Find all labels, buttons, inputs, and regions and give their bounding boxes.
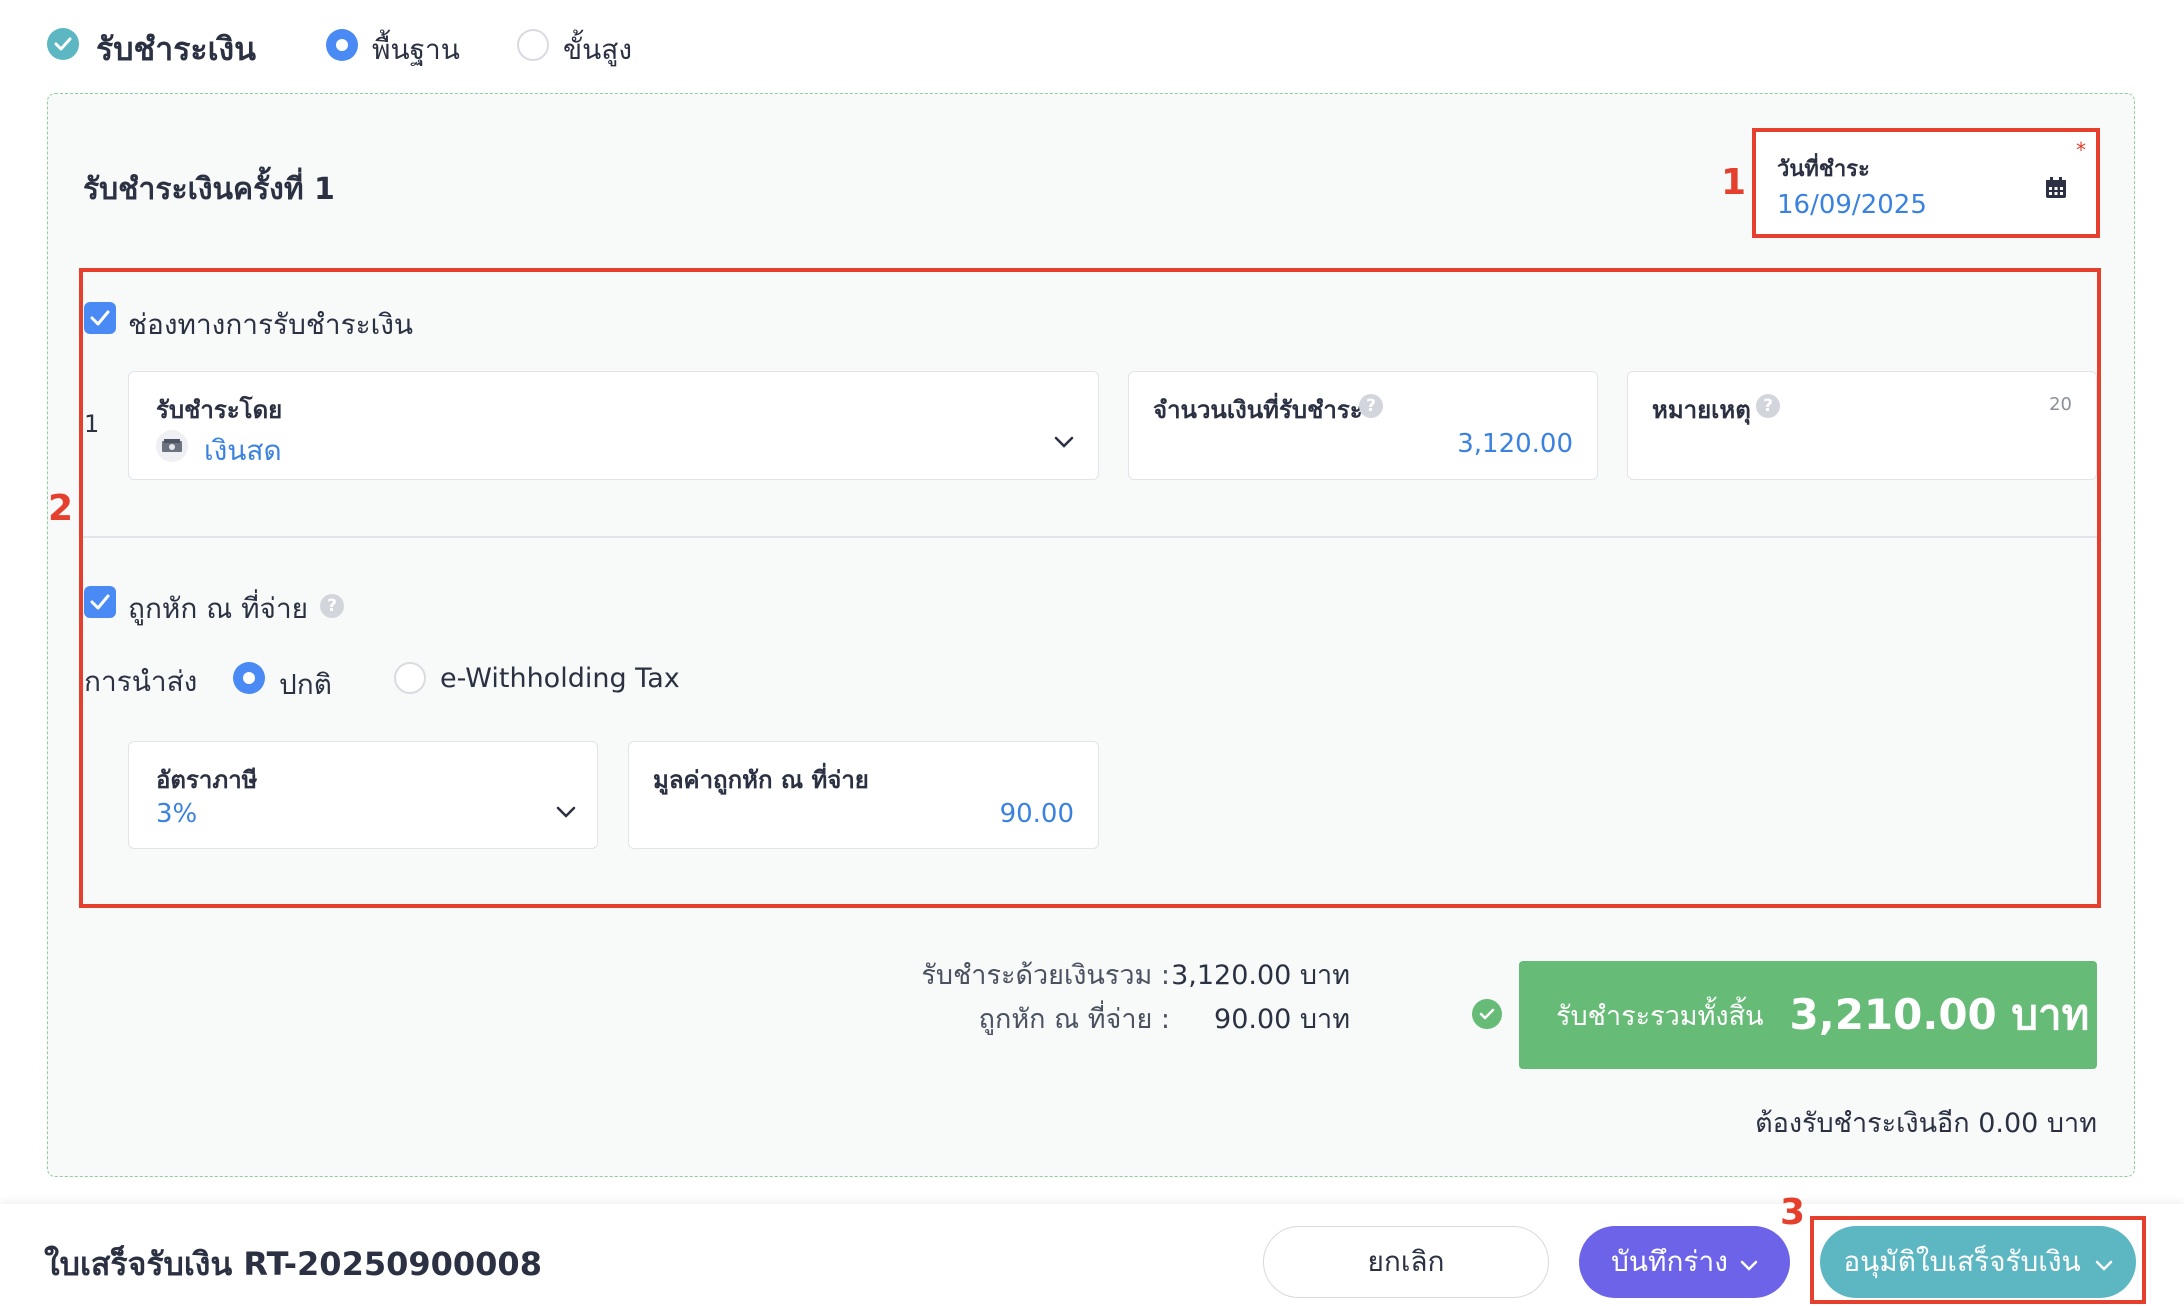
mode-basic-label: พื้นฐาน (372, 33, 460, 66)
document-title: ใบเสร็จรับเงิน RT-20250900008 (44, 1245, 542, 1283)
payment-method-label: รับชำระโดย (156, 396, 283, 424)
cancel-button[interactable]: ยกเลิก (1263, 1226, 1549, 1298)
withholding-value-field[interactable]: มูลค่าถูกหัก ณ ที่จ่าย 90.00 (628, 741, 1099, 849)
calendar-icon[interactable] (2044, 176, 2068, 204)
summary-withheld-label: ถูกหัก ณ ที่จ่าย : (978, 1004, 1170, 1035)
payment-date-label: วันที่ชำระ (1777, 157, 1870, 182)
help-icon[interactable]: ? (1756, 394, 1780, 418)
withholding-checkbox[interactable] (84, 586, 116, 618)
chevron-down-icon (1740, 1246, 1758, 1279)
save-draft-button[interactable]: บันทึกร่าง (1579, 1226, 1790, 1298)
channel-row-number: 1 (84, 410, 100, 438)
help-icon[interactable]: ? (320, 594, 344, 618)
section-divider (83, 536, 2097, 538)
approve-receipt-label: อนุมัติใบเสร็จรับเงิน (1843, 1245, 2081, 1278)
chevron-down-icon[interactable] (555, 804, 577, 823)
mode-basic-radio[interactable] (326, 29, 358, 61)
annotation-2: 2 (48, 488, 74, 529)
withholding-checkbox-label: ถูกหัก ณ ที่จ่าย (128, 592, 309, 625)
channel-checkbox-label: ช่องทางการรับชำระเงิน (128, 308, 414, 341)
tax-rate-select[interactable]: อัตราภาษี 3% (128, 741, 598, 849)
chevron-down-icon (2095, 1246, 2113, 1279)
withholding-value-label: มูลค่าถูกหัก ณ ที่จ่าย (653, 766, 869, 794)
payment-date-field[interactable]: วันที่ชำระ * 16/09/2025 (1752, 128, 2100, 238)
payment-amount-field[interactable]: จำนวนเงินที่รับชำระ ? 3,120.00 (1128, 371, 1598, 480)
summary-paid-value: 3,120.00 บาท (1171, 960, 1350, 991)
payment-amount-label: จำนวนเงินที่รับชำระ (1153, 396, 1363, 424)
summary-paid-label: รับชำระด้วยเงินรวม : (921, 960, 1170, 991)
required-mark: * (2076, 138, 2086, 162)
section-check-icon[interactable] (47, 28, 79, 60)
total-label: รับชำระรวมทั้งสิ้น (1556, 1000, 1764, 1032)
annotation-1: 1 (1721, 162, 1747, 203)
cash-icon (156, 430, 188, 462)
total-check-icon (1472, 999, 1502, 1029)
total-value: 3,210.00 บาท (1789, 990, 2090, 1039)
mode-advanced-radio[interactable] (517, 29, 549, 61)
remaining-amount: ต้องรับชำระเงินอีก 0.00 บาท (1755, 1108, 2097, 1139)
payment-note-label: หมายเหตุ (1652, 396, 1751, 424)
approve-receipt-button[interactable]: อนุมัติใบเสร็จรับเงิน (1820, 1226, 2136, 1298)
payment-method-select[interactable]: รับชำระโดย เงินสด (128, 371, 1099, 480)
annotation-3: 3 (1780, 1192, 1806, 1233)
submit-normal-label: ปกติ (279, 668, 332, 701)
payment-note-field[interactable]: หมายเหตุ ? 20 (1627, 371, 2097, 480)
tax-rate-value: 3% (156, 799, 198, 829)
chevron-down-icon[interactable] (1053, 434, 1075, 453)
channel-checkbox[interactable] (84, 302, 116, 334)
payment-date-value[interactable]: 16/09/2025 (1777, 190, 1927, 220)
withholding-submit-label: การนำส่ง (84, 665, 198, 698)
submit-normal-radio[interactable] (233, 662, 265, 694)
submit-etax-label: e-Withholding Tax (440, 663, 680, 694)
withholding-value-amount[interactable]: 90.00 (1000, 799, 1074, 829)
payment-amount-value[interactable]: 3,120.00 (1457, 429, 1573, 459)
save-draft-label: บันทึกร่าง (1611, 1245, 1728, 1278)
total-summary-box: รับชำระรวมทั้งสิ้น 3,210.00 บาท (1519, 961, 2097, 1069)
note-char-counter: 20 (2049, 394, 2072, 415)
summary-withheld-value: 90.00 บาท (1214, 1004, 1350, 1035)
payment-method-value: เงินสด (204, 434, 282, 467)
section-title: รับชำระเงิน (96, 30, 256, 68)
help-icon[interactable]: ? (1359, 394, 1383, 418)
tax-rate-label: อัตราภาษี (156, 766, 258, 794)
payment-round-title: รับชำระเงินครั้งที่ 1 (83, 172, 335, 207)
submit-etax-radio[interactable] (394, 662, 426, 694)
mode-advanced-label: ขั้นสูง (563, 33, 633, 66)
